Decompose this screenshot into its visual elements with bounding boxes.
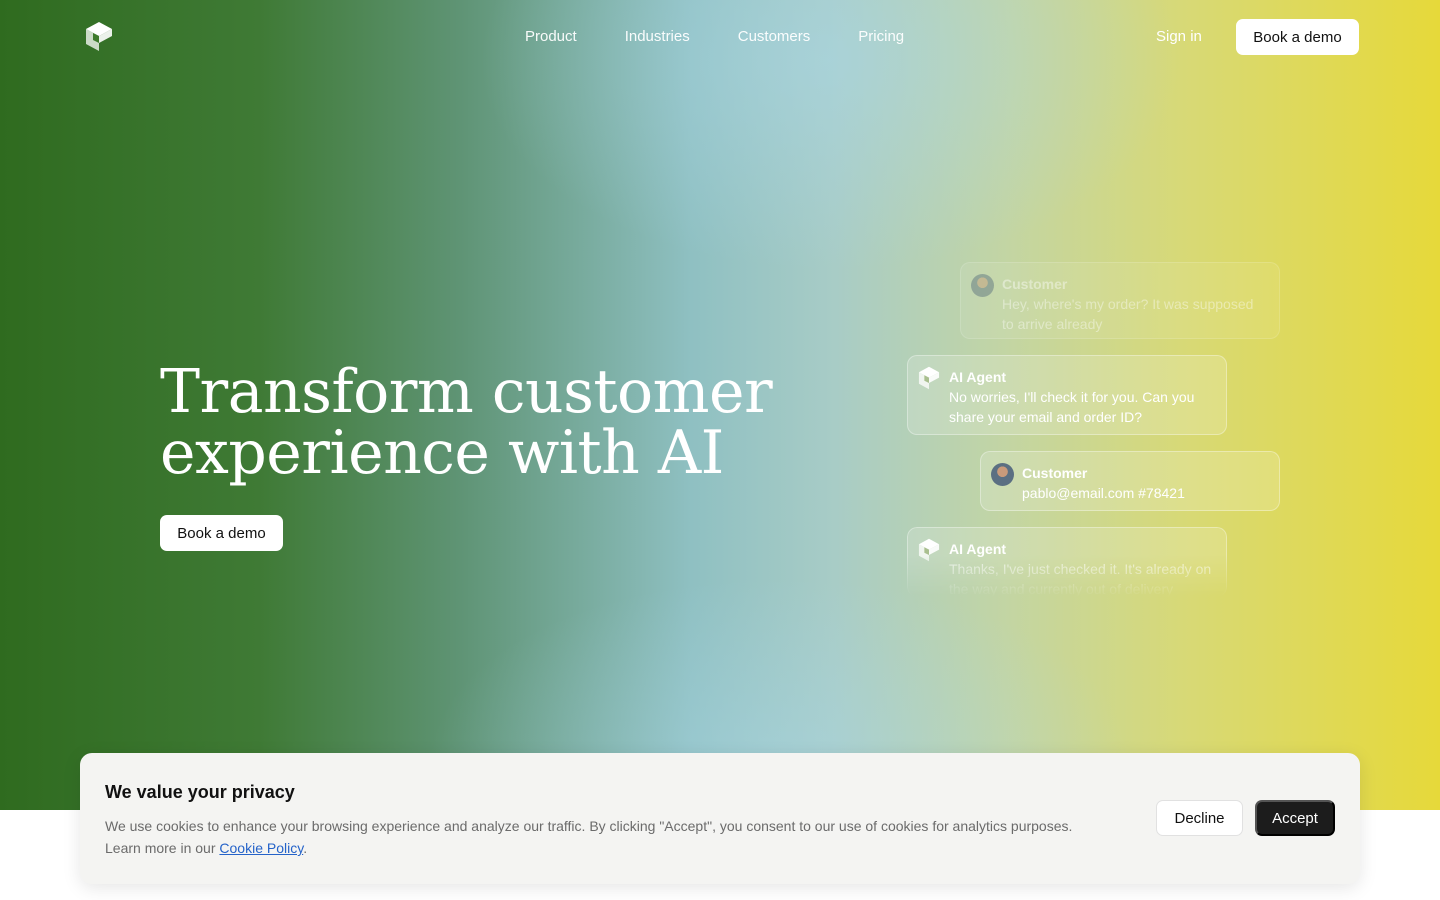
sign-in-link[interactable]: Sign in: [1156, 27, 1202, 47]
chat-bubble-agent: AI Agent Thanks, I've just checked it. I…: [907, 527, 1227, 597]
chat-message: pablo@email.com #78421: [1022, 485, 1185, 501]
cookie-title: We value your privacy: [105, 782, 295, 802]
cookie-banner: We value your privacy We use cookies to …: [80, 753, 1360, 884]
chat-role: AI Agent: [949, 541, 1007, 557]
chat-role: Customer: [1002, 276, 1068, 292]
avatar: [991, 463, 1014, 486]
cookie-text: We use cookies to enhance your browsing …: [105, 815, 1105, 859]
headline-line-2: experience with AI: [160, 418, 724, 488]
nav-industries[interactable]: Industries: [625, 27, 690, 47]
cookie-text-end: .: [303, 840, 308, 856]
nav-customers[interactable]: Customers: [738, 27, 811, 47]
hero-book-demo-button[interactable]: Book a demo: [160, 515, 283, 551]
chat-bubble-customer: Customer pablo@email.com #78421: [980, 451, 1280, 511]
chat-message: Hey, where's my order? It was supposed t…: [1002, 296, 1254, 332]
nav-pricing[interactable]: Pricing: [858, 27, 904, 47]
decline-button[interactable]: Decline: [1156, 800, 1243, 836]
nav-product[interactable]: Product: [525, 27, 577, 47]
avatar: [971, 274, 994, 297]
chat-bubble-agent: AI Agent No worries, I'll check it for y…: [907, 355, 1227, 435]
header-book-demo-button[interactable]: Book a demo: [1236, 19, 1359, 55]
chat-role: AI Agent: [949, 369, 1007, 385]
chat-message: Thanks, I've just checked it. It's alrea…: [949, 561, 1212, 597]
chat-message: No worries, I'll check it for you. Can y…: [949, 389, 1195, 425]
cube-logo-icon: [918, 366, 940, 390]
cube-logo-icon: [918, 538, 940, 562]
chat-role: Customer: [1022, 465, 1088, 481]
cube-logo-icon[interactable]: [84, 21, 114, 52]
main-nav: Product Industries Customers Pricing: [525, 27, 952, 47]
hero-section: Product Industries Customers Pricing Sig…: [0, 0, 1440, 810]
chat-bubble-customer: Customer Hey, where's my order? It was s…: [960, 262, 1280, 339]
headline-line-1: Transform customer: [160, 357, 773, 427]
accept-button[interactable]: Accept: [1255, 800, 1335, 836]
cookie-policy-link[interactable]: Cookie Policy: [219, 840, 303, 856]
hero-headline: Transform customer experience with AI: [160, 362, 800, 484]
